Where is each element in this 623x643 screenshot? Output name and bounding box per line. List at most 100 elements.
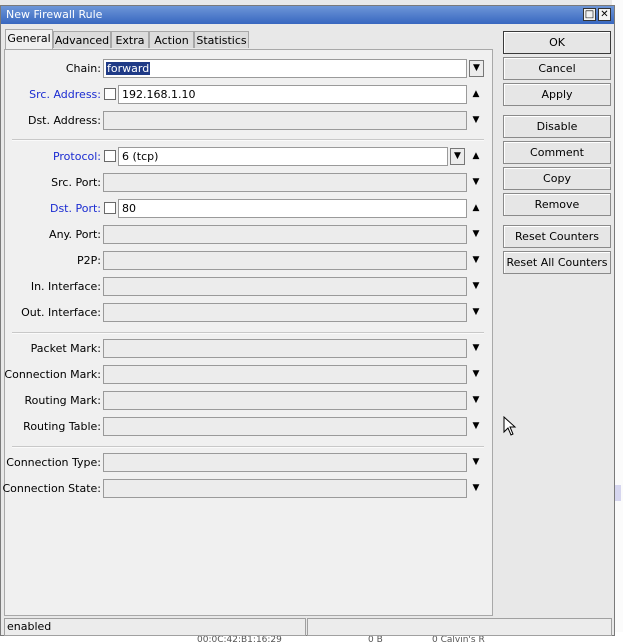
disable-button[interactable]: Disable [503, 115, 611, 138]
dst-port-row: Dst. Port: 80 ▲ [5, 199, 492, 219]
routing-table-label: Routing Table: [23, 420, 101, 433]
dst-port-negate-checkbox[interactable] [104, 202, 116, 214]
tab-extra[interactable]: Extra [111, 31, 149, 48]
any-port-row: Any. Port: ▼ [5, 225, 492, 245]
protocol-value: 6 (tcp) [122, 150, 159, 163]
collapse-up-icon[interactable]: ▲ [470, 149, 482, 163]
connection-type-row: Connection Type: ▼ [5, 453, 492, 473]
protocol-label: Protocol: [52, 150, 101, 163]
routing-mark-label: Routing Mark: [24, 394, 101, 407]
in-interface-label: In. Interface: [30, 280, 101, 293]
tab-statistics[interactable]: Statistics [194, 31, 249, 48]
dst-address-row: Dst. Address: ▼ [5, 111, 492, 131]
tab-general[interactable]: General [5, 29, 53, 49]
src-port-label: Src. Port: [51, 176, 101, 189]
background-row-time: 00:0C:42:B1:16:29 [197, 635, 282, 643]
protocol-dropdown[interactable]: 6 (tcp) [118, 147, 448, 166]
expand-down-icon[interactable]: ▼ [470, 305, 482, 319]
connection-state-row: Connection State: ▼ [2, 479, 492, 499]
connection-type-input[interactable] [103, 453, 467, 472]
packet-mark-label: Packet Mark: [30, 342, 101, 355]
expand-down-icon[interactable]: ▼ [470, 341, 482, 355]
maximize-icon[interactable]: □ [583, 8, 596, 21]
connection-type-label: Connection Type: [6, 456, 101, 469]
p2p-label: P2P: [77, 254, 101, 267]
routing-mark-input[interactable] [103, 391, 467, 410]
title-bar[interactable]: New Firewall Rule □ ✕ [1, 6, 614, 24]
apply-button[interactable]: Apply [503, 83, 611, 106]
reset-all-counters-button[interactable]: Reset All Counters [503, 251, 611, 274]
tab-action[interactable]: Action [149, 31, 194, 48]
expand-down-icon[interactable]: ▼ [470, 481, 482, 495]
expand-down-icon[interactable]: ▼ [470, 367, 482, 381]
divider [12, 332, 484, 334]
expand-down-icon[interactable]: ▼ [470, 175, 482, 189]
background-selection-mark [615, 485, 621, 501]
src-address-row: Src. Address: 192.168.1.10 ▲ [5, 85, 492, 105]
reset-counters-button[interactable]: Reset Counters [503, 225, 611, 248]
src-port-row: Src. Port: ▼ [5, 173, 492, 193]
out-interface-row: Out. Interface: ▼ [5, 303, 492, 323]
triangle-down-icon: ▼ [473, 63, 480, 73]
divider [12, 139, 484, 141]
expand-down-icon[interactable]: ▼ [470, 279, 482, 293]
chain-value: forward [106, 62, 151, 75]
p2p-row: P2P: ▼ [5, 251, 492, 271]
routing-table-row: Routing Table: ▼ [5, 417, 492, 437]
cancel-button[interactable]: Cancel [503, 57, 611, 80]
remove-button[interactable]: Remove [503, 193, 611, 216]
ok-button[interactable]: OK [503, 31, 611, 54]
src-address-label: Src. Address: [29, 88, 101, 101]
status-cell-empty [307, 618, 612, 636]
src-address-negate-checkbox[interactable] [104, 88, 116, 100]
protocol-dropdown-button[interactable]: ▼ [450, 148, 465, 165]
connection-mark-input[interactable] [103, 365, 467, 384]
packet-mark-input[interactable] [103, 339, 467, 358]
routing-mark-row: Routing Mark: ▼ [5, 391, 492, 411]
any-port-label: Any. Port: [49, 228, 101, 241]
dst-address-input[interactable] [103, 111, 467, 130]
expand-down-icon[interactable]: ▼ [470, 227, 482, 241]
dst-address-label: Dst. Address: [27, 114, 101, 127]
out-interface-input[interactable] [103, 303, 467, 322]
divider [12, 446, 484, 448]
status-text: enabled [4, 618, 306, 636]
expand-down-icon[interactable]: ▼ [470, 113, 482, 127]
out-interface-label: Out. Interface: [21, 306, 101, 319]
tab-advanced[interactable]: Advanced [53, 31, 111, 48]
background-row-name: 0 Calvin's R [432, 635, 485, 643]
expand-down-icon[interactable]: ▼ [470, 419, 482, 433]
connection-state-input[interactable] [103, 479, 467, 498]
any-port-input[interactable] [103, 225, 467, 244]
src-address-input[interactable]: 192.168.1.10 [118, 85, 467, 104]
src-address-value: 192.168.1.10 [122, 88, 196, 101]
chain-dropdown-button[interactable]: ▼ [469, 60, 484, 77]
collapse-up-icon[interactable]: ▲ [470, 201, 482, 215]
in-interface-row: In. Interface: ▼ [5, 277, 492, 297]
collapse-up-icon[interactable]: ▲ [470, 87, 482, 101]
comment-button[interactable]: Comment [503, 141, 611, 164]
connection-mark-label: Connection Mark: [4, 368, 101, 381]
expand-down-icon[interactable]: ▼ [470, 253, 482, 267]
routing-table-input[interactable] [103, 417, 467, 436]
close-icon[interactable]: ✕ [598, 8, 611, 21]
window-title: New Firewall Rule [6, 8, 103, 21]
status-bar: enabled [4, 618, 612, 636]
copy-button[interactable]: Copy [503, 167, 611, 190]
protocol-negate-checkbox[interactable] [104, 150, 116, 162]
dst-port-input[interactable]: 80 [118, 199, 467, 218]
expand-down-icon[interactable]: ▼ [470, 455, 482, 469]
dst-port-label: Dst. Port: [49, 202, 101, 215]
p2p-input[interactable] [103, 251, 467, 270]
general-tab-panel: Chain: forward ▼ Src. Address: 192.168.1… [2, 49, 493, 616]
expand-down-icon[interactable]: ▼ [470, 393, 482, 407]
src-port-input[interactable] [103, 173, 467, 192]
firewall-rule-dialog: New Firewall Rule □ ✕ General Advanced E… [0, 5, 615, 636]
dst-port-value: 80 [122, 202, 136, 215]
protocol-row: Protocol: 6 (tcp) ▼ ▲ [5, 147, 492, 167]
in-interface-input[interactable] [103, 277, 467, 296]
connection-state-label: Connection State: [2, 482, 101, 495]
chain-label: Chain: [65, 62, 101, 75]
background-row-value: 0 B [368, 635, 383, 643]
chain-dropdown[interactable]: forward [103, 59, 467, 78]
